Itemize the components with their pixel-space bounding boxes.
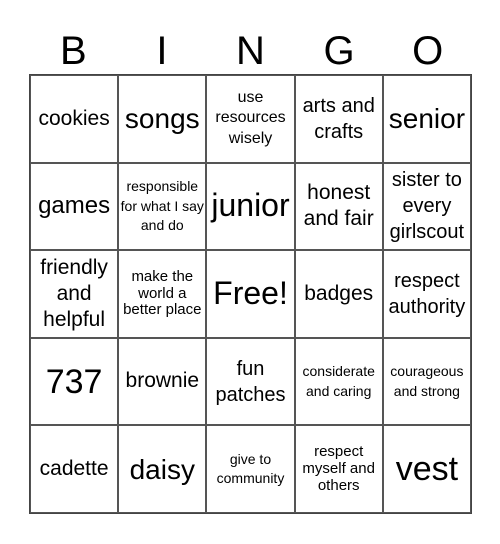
bingo-cell[interactable]: arts and crafts bbox=[294, 75, 383, 163]
bingo-cell[interactable]: sister to every girlscout bbox=[382, 162, 471, 251]
bingo-cell[interactable]: games bbox=[30, 162, 119, 251]
bingo-cell[interactable]: junior bbox=[206, 162, 295, 251]
bingo-cell[interactable]: senior bbox=[382, 75, 471, 163]
bingo-cell[interactable]: badges bbox=[294, 250, 383, 338]
bingo-cell[interactable]: honest and fair bbox=[294, 162, 383, 251]
bingo-cell[interactable]: make the world a better place bbox=[118, 250, 207, 338]
bingo-cell[interactable]: brownie bbox=[118, 337, 207, 426]
header-letter-g: G bbox=[323, 29, 355, 73]
bingo-cell[interactable]: 737 bbox=[30, 337, 119, 426]
bingo-cell[interactable]: courageous and strong bbox=[382, 337, 471, 426]
bingo-cell[interactable]: daisy bbox=[118, 425, 207, 513]
bingo-cell[interactable]: cookies bbox=[30, 75, 119, 163]
header-letter-n: N bbox=[236, 29, 265, 73]
bingo-cell[interactable]: songs bbox=[118, 75, 207, 163]
bingo-cell[interactable]: responsible for what I say and do bbox=[118, 162, 207, 251]
bingo-cell[interactable]: respect myself and others bbox=[294, 425, 383, 513]
header-letter-i: I bbox=[156, 29, 168, 73]
bingo-cell[interactable]: respect authority bbox=[382, 250, 471, 338]
bingo-cell[interactable]: considerate and caring bbox=[294, 337, 383, 426]
bingo-card: cookies songs use resources wisely arts … bbox=[29, 74, 472, 514]
bingo-cell[interactable]: cadette bbox=[30, 425, 119, 513]
header-letter-o: O bbox=[412, 29, 444, 73]
header-letter-b: B bbox=[59, 29, 87, 73]
bingo-header: B I N G O bbox=[29, 28, 472, 74]
bingo-cell[interactable]: fun patches bbox=[206, 337, 295, 426]
free-space[interactable]: Free! bbox=[206, 250, 295, 338]
bingo-cell[interactable]: vest bbox=[382, 425, 471, 513]
bingo-cell[interactable]: friendly and helpful bbox=[30, 250, 119, 338]
bingo-cell[interactable]: use resources wisely bbox=[206, 75, 295, 163]
bingo-cell[interactable]: give to community bbox=[206, 425, 295, 513]
